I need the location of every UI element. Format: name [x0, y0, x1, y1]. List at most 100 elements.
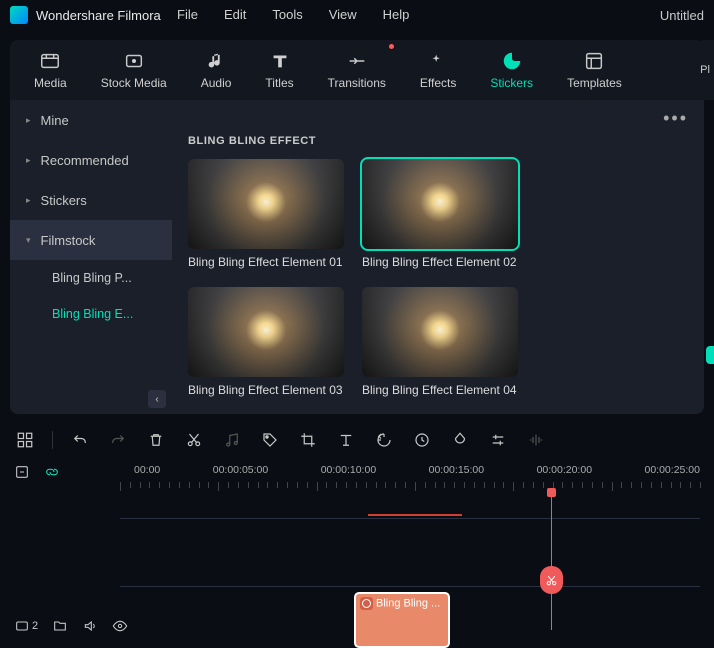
- project-title[interactable]: Untitled: [660, 8, 704, 23]
- tab-titles[interactable]: Titles: [257, 46, 301, 94]
- redo-button[interactable]: [107, 429, 129, 451]
- crop-button[interactable]: [297, 429, 319, 451]
- tab-media-label: Media: [34, 76, 67, 90]
- gallery: ••• BLING BLING EFFECT Bling Bling Effec…: [172, 100, 704, 414]
- playhead-cut-button[interactable]: [540, 566, 563, 594]
- sidebar-item-mine[interactable]: Mine: [10, 100, 172, 140]
- volume-icon[interactable]: [82, 618, 98, 634]
- music-button[interactable]: [221, 429, 243, 451]
- sidebar-sub-blingp[interactable]: Bling Bling P...: [10, 260, 172, 296]
- tab-transitions-label: Transitions: [328, 76, 386, 90]
- layout-icon[interactable]: [14, 429, 36, 451]
- ruler-ticks: [120, 482, 700, 492]
- menu-tools[interactable]: Tools: [272, 7, 302, 22]
- sidebar-item-filmstock[interactable]: Filmstock: [10, 220, 172, 260]
- menu-file[interactable]: File: [177, 7, 198, 22]
- titles-icon: [269, 50, 291, 72]
- timeline-header: 00:00 00:00:05:00 00:00:10:00 00:00:15:0…: [14, 460, 700, 484]
- audio-wave-button[interactable]: [525, 429, 547, 451]
- sidebar-item-stickers[interactable]: Stickers: [10, 180, 172, 220]
- track-icons: 2: [14, 618, 128, 634]
- track-line: [120, 518, 700, 519]
- audio-icon: [205, 50, 227, 72]
- stickers-icon: [501, 50, 523, 72]
- sidebar: Mine Recommended Stickers Filmstock Blin…: [10, 100, 172, 414]
- app-name: Wondershare Filmora: [36, 8, 161, 23]
- card-name: Bling Bling Effect Element 04: [362, 383, 518, 397]
- tab-effects[interactable]: Effects: [412, 46, 464, 94]
- tab-templates-label: Templates: [567, 76, 622, 90]
- speed-rev-button[interactable]: [373, 429, 395, 451]
- timeline-tools: [14, 464, 60, 480]
- tab-templates[interactable]: Templates: [559, 46, 630, 94]
- media-icon: [39, 50, 61, 72]
- thumbnail: [188, 287, 344, 377]
- folder-icon[interactable]: [52, 618, 68, 634]
- preview-panel-stub: Pl: [696, 40, 714, 100]
- tab-stockmedia-label: Stock Media: [101, 76, 167, 90]
- card-name: Bling Bling Effect Element 02: [362, 255, 518, 269]
- tag-button[interactable]: [259, 429, 281, 451]
- adjust-button[interactable]: [487, 429, 509, 451]
- track-count: 2: [32, 620, 38, 632]
- delete-button[interactable]: [145, 429, 167, 451]
- menu-help[interactable]: Help: [383, 7, 410, 22]
- track-count-badge[interactable]: 2: [14, 618, 38, 634]
- content-area: Mine Recommended Stickers Filmstock Blin…: [10, 100, 704, 414]
- notification-dot-icon: [389, 44, 394, 49]
- clip[interactable]: Bling Bling ...: [354, 592, 450, 648]
- sidebar-collapse-button[interactable]: ‹: [148, 390, 166, 408]
- thumbnail: [362, 159, 518, 249]
- gallery-card[interactable]: Bling Bling Effect Element 04: [362, 287, 518, 397]
- timeline-toolbar: [0, 420, 714, 460]
- tab-effects-label: Effects: [420, 76, 456, 90]
- separator: [52, 431, 53, 449]
- ruler-mark: 00:00:15:00: [429, 464, 484, 476]
- templates-icon: [583, 50, 605, 72]
- tab-audio-label: Audio: [201, 76, 232, 90]
- gallery-card[interactable]: Bling Bling Effect Element 01: [188, 159, 344, 269]
- thumbnail: [362, 287, 518, 377]
- effects-icon: [427, 50, 449, 72]
- tracks[interactable]: Bling Bling ... 2: [14, 494, 700, 630]
- sidebar-sub-blinge[interactable]: Bling Bling E...: [10, 296, 172, 332]
- card-name: Bling Bling Effect Element 01: [188, 255, 344, 269]
- ruler-mark: 00:00:25:00: [645, 464, 700, 476]
- playhead[interactable]: [551, 494, 552, 630]
- transitions-icon: [346, 50, 368, 72]
- snap-icon[interactable]: [14, 464, 30, 480]
- gallery-more-button[interactable]: •••: [663, 108, 688, 129]
- eye-icon[interactable]: [112, 618, 128, 634]
- clip-type-icon: [360, 597, 373, 610]
- range-marker: [368, 514, 462, 516]
- clip-label: Bling Bling ...: [376, 597, 440, 609]
- cut-button[interactable]: [183, 429, 205, 451]
- tab-stickers[interactable]: Stickers: [482, 46, 541, 94]
- tabbar: Media Stock Media Audio Titles Transitio…: [10, 40, 704, 100]
- menu-view[interactable]: View: [329, 7, 357, 22]
- accent-edge-icon: [706, 346, 714, 364]
- tab-media[interactable]: Media: [26, 46, 75, 94]
- text-button[interactable]: [335, 429, 357, 451]
- ruler-mark: 00:00:10:00: [321, 464, 376, 476]
- speed-button[interactable]: [411, 429, 433, 451]
- ruler[interactable]: 00:00 00:00:05:00 00:00:10:00 00:00:15:0…: [134, 464, 700, 476]
- undo-button[interactable]: [69, 429, 91, 451]
- color-button[interactable]: [449, 429, 471, 451]
- playhead-handle-icon[interactable]: [547, 488, 556, 497]
- sidebar-item-recommended[interactable]: Recommended: [10, 140, 172, 180]
- tab-stickers-label: Stickers: [490, 76, 533, 90]
- tab-transitions[interactable]: Transitions: [320, 46, 394, 94]
- menu-edit[interactable]: Edit: [224, 7, 246, 22]
- tab-audio[interactable]: Audio: [193, 46, 240, 94]
- tab-stockmedia[interactable]: Stock Media: [93, 46, 175, 94]
- link-icon[interactable]: [44, 464, 60, 480]
- gallery-card[interactable]: Bling Bling Effect Element 02: [362, 159, 518, 269]
- track-line: [120, 586, 700, 587]
- card-name: Bling Bling Effect Element 03: [188, 383, 344, 397]
- gallery-title: BLING BLING EFFECT: [188, 135, 688, 147]
- app-logo-icon: [10, 6, 28, 24]
- timeline: 00:00 00:00:05:00 00:00:10:00 00:00:15:0…: [0, 460, 714, 630]
- gallery-card[interactable]: Bling Bling Effect Element 03: [188, 287, 344, 397]
- thumbnail: [188, 159, 344, 249]
